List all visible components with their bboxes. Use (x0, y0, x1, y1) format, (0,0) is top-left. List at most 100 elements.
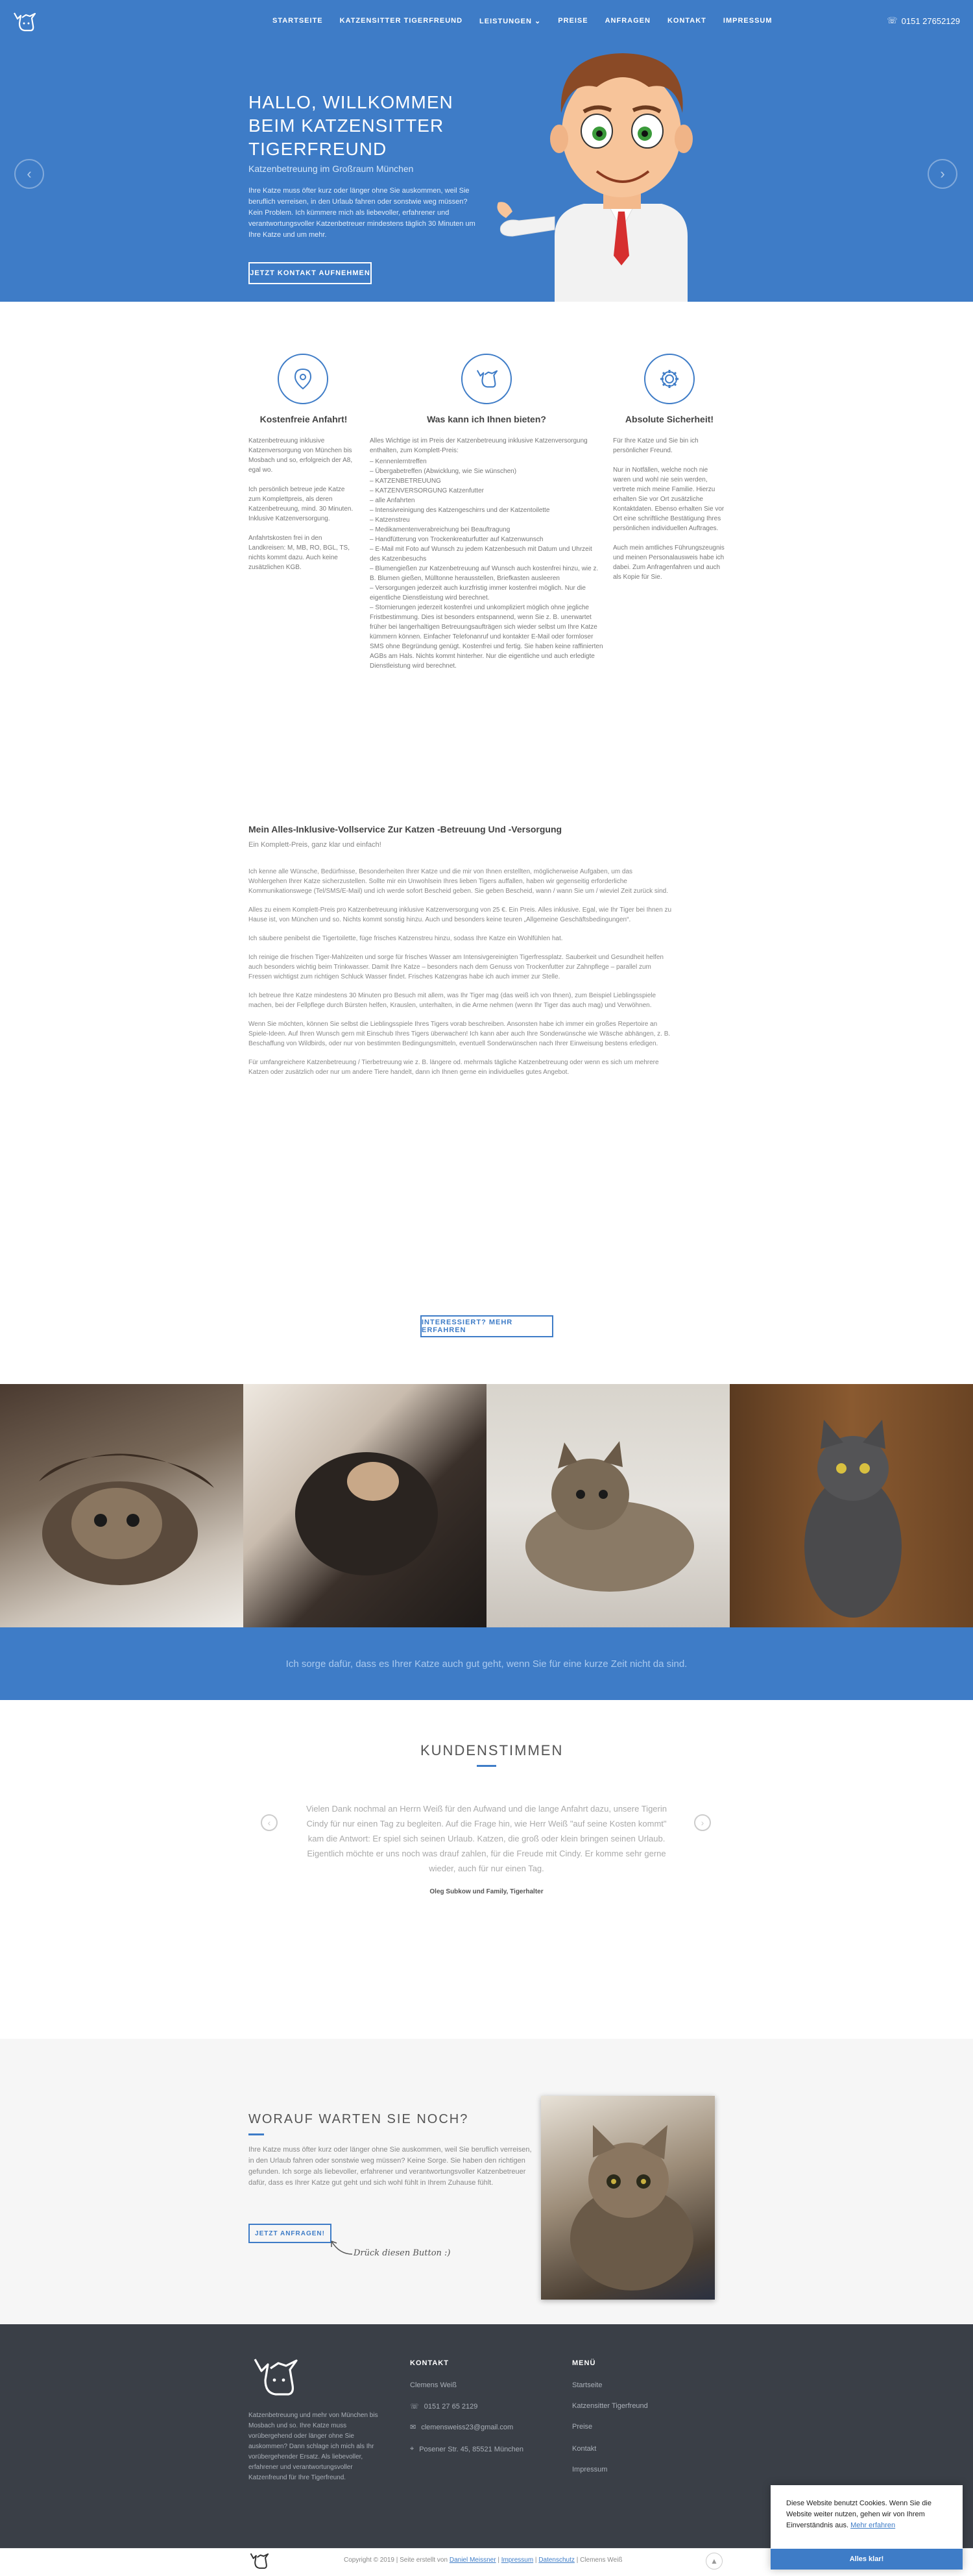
list-item: – Stornierungen jederzeit kostenfrei und… (370, 604, 603, 670)
feature-list: – Kennenlerntreffen – Übergabetreffen (A… (370, 457, 603, 671)
contact-now-button[interactable]: JETZT KONTAKT AUFNEHMEN (248, 262, 372, 284)
header-phone[interactable]: ☏ 0151 27652129 (887, 16, 960, 26)
service-paragraph: Ich säubere penibelst die Tigertoilette,… (248, 935, 563, 942)
list-item: – Intensivreinigung des Katzengeschirrs … (370, 507, 550, 514)
list-item: – Katzenstreu (370, 516, 410, 524)
copyright-suffix: | Clemens Weiß (576, 2557, 623, 2564)
menu-item-impressum[interactable]: IMPRESSUM (723, 17, 773, 25)
feature-paragraph: Nur in Notfällen, welche noch nie waren … (613, 467, 725, 532)
testimonial-prev-button[interactable]: ‹ (261, 1814, 278, 1831)
band-text: Ich sorge dafür, dass es Ihrer Katze auc… (285, 1658, 688, 1670)
list-item: – Handfütterung von Trockenkreaturfutter… (370, 536, 544, 543)
datenschutz-link[interactable]: Datenschutz (538, 2557, 575, 2564)
cta-text: Ihre Katze muss öfter kurz oder länger o… (248, 2146, 532, 2187)
hero-title: HALLO, WILLKOMMEN BEIM KATZENSITTER TIGE… (248, 92, 453, 159)
phone-icon: ☏ (887, 16, 898, 25)
feature-paragraph: Anfahrtskosten frei in den Landkreisen: … (248, 535, 350, 571)
menu-item-leistungen[interactable]: LEISTUNGEN ⌄ (479, 17, 541, 25)
info-band: Ich sorge dafür, dass es Ihrer Katze auc… (0, 1627, 973, 1700)
bottom-cat-logo-icon[interactable] (248, 2551, 269, 2574)
service-paragraph: Für umfangreichere Katzenbetreuung / Tie… (248, 1059, 659, 1076)
menu-item-label: LEISTUNGEN (479, 18, 532, 25)
cat-logo-icon[interactable] (12, 10, 36, 34)
feature-icon-circle (644, 354, 695, 404)
service-paragraph: Wenn Sie möchten, können Sie selbst die … (248, 1021, 671, 1047)
footer-contact-phone[interactable]: ☏ 0151 27 65 2129 (410, 2402, 477, 2411)
feature-icon-circle (461, 354, 512, 404)
list-item: – Blumengießen zur Katzenbetreuung auf W… (370, 565, 599, 582)
service-body: Ich kenne alle Wünsche, Bedürfnisse, Bes… (248, 867, 671, 1086)
hand-note: Drück diesen Button :) (354, 2248, 451, 2258)
cookie-accept-button[interactable]: Alles klar! (771, 2549, 963, 2570)
impressum-link[interactable]: Impressum (501, 2557, 533, 2564)
service-paragraph: Ich kenne alle Wünsche, Bedürfnisse, Bes… (248, 868, 668, 895)
cat-photo (730, 1384, 973, 1627)
author-link[interactable]: Daniel Meissner (450, 2557, 496, 2564)
footer-menu-startseite[interactable]: Startseite (572, 2381, 602, 2389)
phone-icon: ☏ (410, 2403, 419, 2411)
menu-item-anfragen[interactable]: ANFRAGEN (605, 17, 651, 25)
list-item: – KATZENVERSORGUNG Katzenfutter (370, 487, 484, 494)
testimonials-title: KUNDENSTIMMEN (420, 1742, 564, 1758)
feature-paragraph: Für Ihre Katze und Sie bin ich persönlic… (613, 437, 699, 454)
hero-section: STARTSEITE KATZENSITTER TIGERFREUND LEIS… (0, 0, 973, 302)
service-paragraph: Alles zu einem Komplett-Preis pro Katzen… (248, 906, 672, 923)
hero-text: Ihre Katze muss öfter kurz oder länger o… (248, 187, 475, 239)
feature-intro: Alles Wichtige ist im Preis der Katzenbe… (370, 437, 588, 454)
feature-title: Absolute Sicherheit! (625, 414, 714, 424)
menu-item-preise[interactable]: PREISE (558, 17, 588, 25)
header-phone-number: 0151 27652129 (901, 16, 960, 26)
map-pin-icon (294, 368, 312, 390)
footer-contact-title: KONTAKT (410, 2359, 449, 2367)
footer-menu-title: MENÜ (572, 2359, 596, 2367)
learn-more-button[interactable]: INTERESSIERT? MEHR ERFAHREN (420, 1315, 553, 1337)
chevron-right-icon: › (940, 165, 945, 182)
footer-contact-text: 0151 27 65 2129 (424, 2402, 478, 2411)
hero-subtitle: Katzenbetreuung im Großraum München (248, 164, 414, 174)
request-now-button[interactable]: JETZT ANFRAGEN! (248, 2224, 331, 2243)
feature-paragraph: Ich persönlich betreue jede Katze zum Ko… (248, 486, 354, 522)
footer-menu-kontakt[interactable]: Kontakt (572, 2445, 596, 2453)
menu-item-kontakt[interactable]: KONTAKT (667, 17, 706, 25)
chevron-up-icon: ▲ (710, 2557, 718, 2566)
cat-icon (476, 370, 498, 388)
feature-paragraph: Auch mein amtliches Führungszeugnis und … (613, 544, 725, 581)
copyright-text: Copyright © 2019 | Seite erstellt von (344, 2557, 448, 2564)
testimonial-quote: Vielen Dank nochmal an Herrn Weiß für de… (306, 1804, 667, 1873)
chevron-right-icon: › (701, 1817, 704, 1828)
list-item: – Übergabetreffen (Abwicklung, wie Sie w… (370, 468, 517, 475)
feature-title: Kostenfreie Anfahrt! (259, 414, 348, 424)
feature-paragraph: Katzenbetreuung inklusive Katzenversorgu… (248, 437, 353, 474)
footer-menu-impressum[interactable]: Impressum (572, 2466, 607, 2473)
arrow-icon (331, 2241, 353, 2255)
menu-item-katzensitter[interactable]: KATZENSITTER TIGERFREUND (340, 17, 462, 25)
footer-menu-preise[interactable]: Preise (572, 2423, 592, 2431)
slider-next-button[interactable]: › (928, 159, 957, 189)
scroll-to-top-button[interactable]: ▲ (706, 2553, 723, 2570)
location-icon: ⌖ (410, 2445, 414, 2453)
footer-contact-email[interactable]: ✉ clemensweiss23@gmail.com (410, 2423, 513, 2432)
testimonial-next-button[interactable]: › (694, 1814, 711, 1831)
footer-contact-address: ⌖ Posener Str. 45, 85521 München (410, 2445, 523, 2453)
service-title: Mein Alles-Inklusive-Vollservice Zur Kat… (248, 824, 562, 834)
main-menu: STARTSEITE KATZENSITTER TIGERFREUND LEIS… (272, 17, 773, 25)
title-underline (248, 2133, 264, 2135)
testimonial-author: Oleg Subkow und Family, Tigerhalter (429, 1888, 544, 1895)
copyright: Copyright © 2019 | Seite erstellt von Da… (344, 2557, 623, 2564)
footer-menu-katzensitter[interactable]: Katzensitter Tigerfreund (572, 2402, 648, 2410)
slider-prev-button[interactable]: ‹ (14, 159, 44, 189)
feature-icon-circle (278, 354, 328, 404)
list-item: – alle Anfahrten (370, 497, 415, 504)
footer-contact-text: Posener Str. 45, 85521 München (419, 2445, 524, 2453)
cat-photo (0, 1384, 243, 1627)
cookie-more-link[interactable]: Mehr erfahren (850, 2521, 895, 2529)
feature-text-sicherheit: Für Ihre Katze und Sie bin ich persönlic… (613, 436, 727, 592)
footer-cat-logo-icon (248, 2354, 300, 2404)
title-underline (477, 1765, 496, 1767)
list-item: – E-Mail mit Foto auf Wunsch zu jedem Ka… (370, 546, 592, 563)
gear-icon (660, 370, 679, 388)
feature-title: Was kann ich Ihnen bieten? (427, 414, 546, 424)
cta-cat-photo (541, 2096, 715, 2300)
cookie-message: Diese Website benutzt Cookies. Wenn Sie … (786, 2498, 948, 2531)
menu-item-startseite[interactable]: STARTSEITE (272, 17, 323, 25)
